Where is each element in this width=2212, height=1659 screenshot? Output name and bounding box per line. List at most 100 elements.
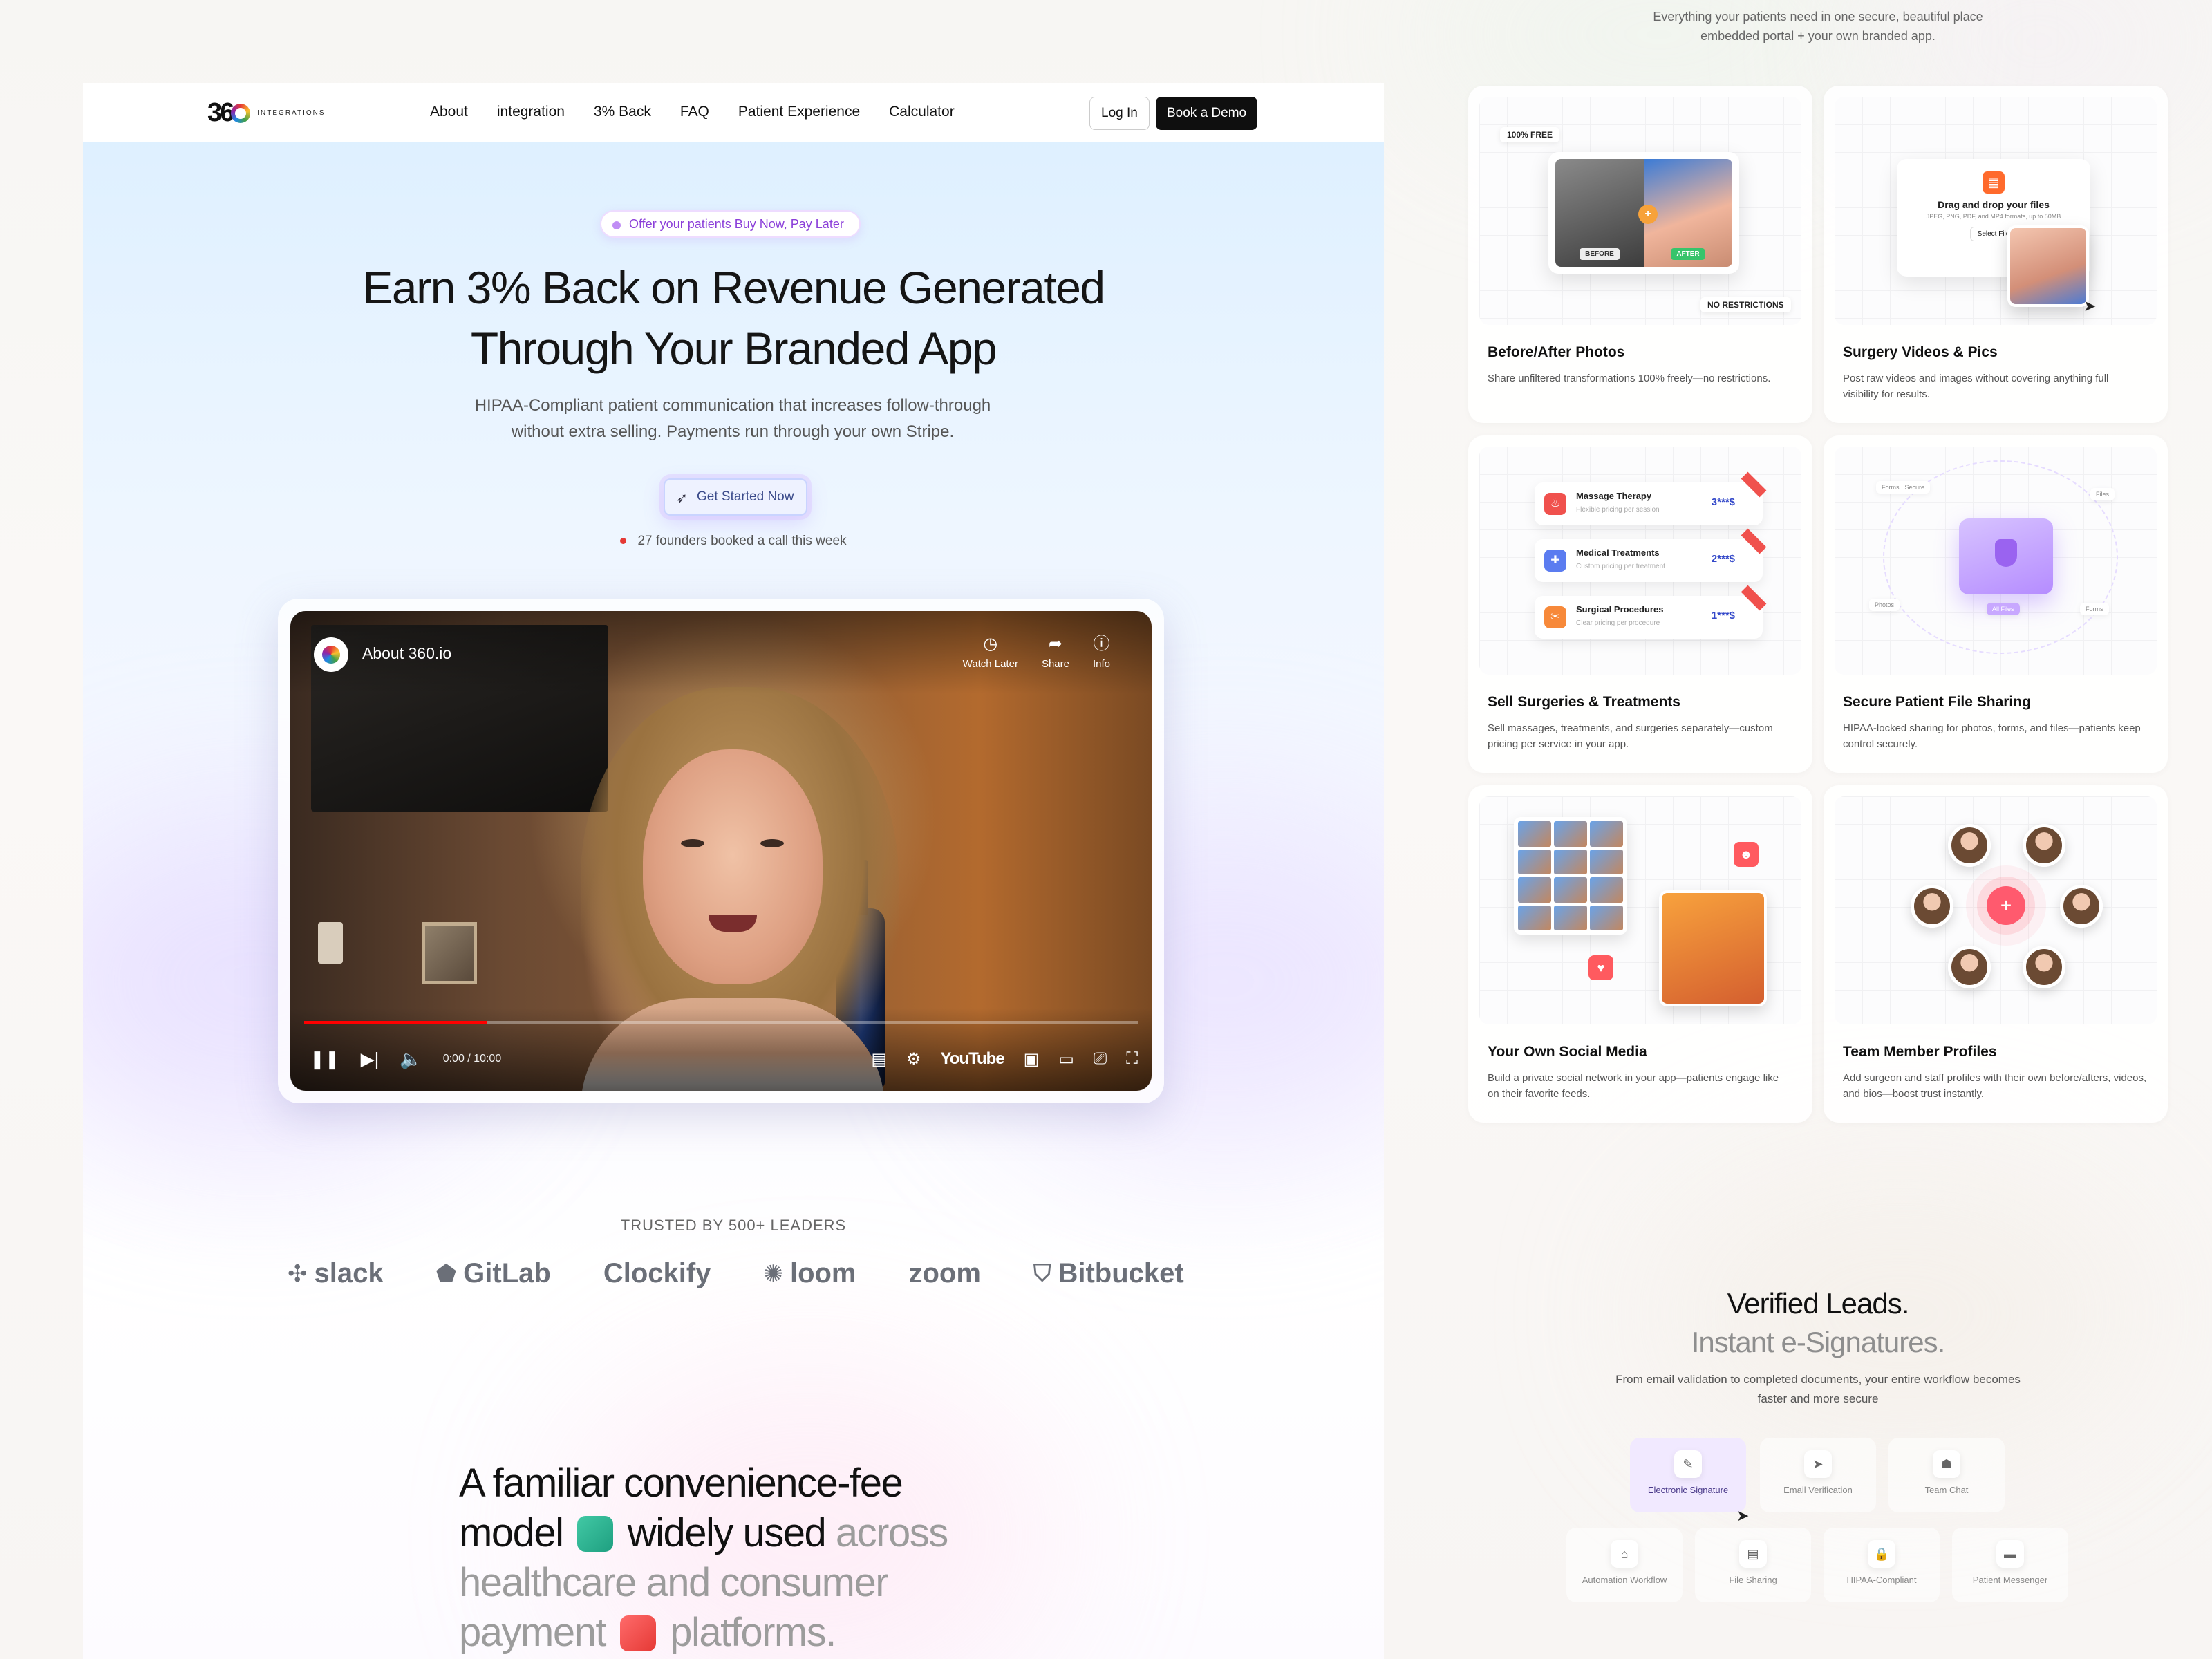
features-caption-line1: Everything your patients need in one sec… [1653, 10, 1983, 24]
video-presenter-face [643, 749, 823, 984]
slack-wordmark: slack [314, 1258, 384, 1288]
chat-icon: ☗ [1933, 1450, 1960, 1478]
bitbucket-wordmark: Bitbucket [1058, 1258, 1184, 1288]
gitlab-wordmark: GitLab [463, 1258, 551, 1288]
volume-icon[interactable]: 🔈 [400, 1049, 422, 1070]
heart-notification-icon: ♥ [1588, 955, 1613, 980]
team-avatar [1911, 885, 1953, 928]
feature-file-sharing[interactable]: ▤ File Sharing [1695, 1528, 1811, 1602]
hero-subtitle: HIPAA-Compliant patient communication th… [474, 396, 991, 441]
pill-dot-icon [612, 221, 621, 229]
service-name: Surgical Procedures [1576, 604, 1664, 615]
video-player[interactable]: About 360.io ◷ Watch Later ➦ Share ⓘ Inf… [290, 611, 1152, 1091]
hero-title-line1: Earn 3% Back on Revenue Generated [362, 262, 1105, 313]
card-title: Sell Surgeries & Treatments [1488, 694, 1680, 710]
feature-label: Electronic Signature [1647, 1485, 1729, 1495]
surgery-icon: ✂ [1544, 606, 1566, 628]
channel-avatar-icon[interactable] [314, 637, 348, 672]
convenience-text-2: model [459, 1510, 564, 1555]
clock-icon: ◷ [983, 635, 998, 653]
feature-electronic-signature[interactable]: ✎ Electronic Signature [1630, 1438, 1746, 1512]
video-progress-bar[interactable] [304, 1021, 1138, 1024]
info-icon: ⓘ [1093, 635, 1110, 653]
feature-team-chat[interactable]: ☗ Team Chat [1888, 1438, 2005, 1512]
fullscreen-icon[interactable]: ⛶ [1126, 1049, 1138, 1069]
zoom-wordmark: zoom [908, 1258, 981, 1288]
nav-link-patient-experience[interactable]: Patient Experience [738, 104, 860, 120]
settings-gear-icon[interactable]: ⚙ [906, 1049, 921, 1069]
nav-link-faq[interactable]: FAQ [680, 104, 709, 120]
leads-subtitle: From email validation to completed docum… [1615, 1373, 2021, 1405]
youtube-logo[interactable]: YouTube [941, 1049, 1005, 1069]
features-caption: Everything your patients need in one sec… [1590, 7, 2046, 46]
upload-thumbnail [2007, 225, 2089, 307]
video-time: 0:00 / 10:00 [442, 1053, 502, 1065]
share-icon: ➦ [1048, 635, 1062, 653]
nav-link-integration[interactable]: integration [497, 104, 565, 120]
team-avatar [1948, 946, 1991, 988]
next-icon[interactable]: ▶| [361, 1049, 379, 1070]
after-label: AFTER [1671, 248, 1705, 260]
card-secure-file-sharing[interactable]: Forms · Secure Files Photos Forms All Fi… [1824, 435, 2168, 773]
card-social-media[interactable]: ☻ ♥ Your Own Social Media Build a privat… [1468, 785, 1812, 1123]
service-sub: Clear pricing per procedure [1576, 619, 1660, 627]
ribbon-icon [1741, 528, 1767, 554]
loom-wordmark: loom [789, 1258, 856, 1288]
document-icon: ▤ [1983, 171, 2005, 194]
card-team-profiles[interactable]: + Team Member Profiles Add surgeon and s… [1824, 785, 2168, 1123]
brand-logo[interactable]: 36 INTEGRATIONS [207, 98, 326, 128]
feature-label: File Sharing [1729, 1575, 1777, 1585]
card-before-after[interactable]: 100% FREE BEFORE AFTER + NO RESTRICTIONS… [1468, 86, 1812, 423]
cursor-icon: ➤ [1736, 1507, 1750, 1524]
nav-link-about[interactable]: About [430, 104, 468, 120]
share-button[interactable]: ➦ Share [1042, 635, 1069, 671]
video-title[interactable]: About 360.io [362, 644, 451, 663]
photo-grid [1514, 817, 1627, 935]
card-sell-surgeries[interactable]: ♨ Massage Therapy Flexible pricing per s… [1468, 435, 1812, 773]
services-illustration: ♨ Massage Therapy Flexible pricing per s… [1479, 447, 1801, 675]
login-button[interactable]: Log In [1089, 97, 1150, 130]
feature-automation-workflow[interactable]: ⌂ Automation Workflow [1566, 1528, 1683, 1602]
nav-link-calculator[interactable]: Calculator [889, 104, 955, 120]
feature-email-verification[interactable]: ➤ Email Verification [1760, 1438, 1876, 1512]
service-price: 3***$ [1711, 496, 1735, 508]
service-sub: Flexible pricing per session [1576, 506, 1660, 514]
video-actions: ◷ Watch Later ➦ Share ⓘ Info [963, 635, 1110, 671]
watch-later-button[interactable]: ◷ Watch Later [963, 635, 1018, 671]
feature-hipaa-compliant[interactable]: 🔒 HIPAA-Compliant [1824, 1528, 1940, 1602]
massage-icon: ♨ [1544, 493, 1566, 515]
compare-plus-icon: + [1638, 205, 1658, 224]
service-item: ♨ Massage Therapy Flexible pricing per s… [1535, 471, 1767, 525]
feature-patient-messenger[interactable]: ▬ Patient Messenger [1952, 1528, 2068, 1602]
rocket-icon: ➶ [676, 491, 688, 506]
upload-title: Drag and drop your files [1938, 199, 2050, 210]
clockify-logo: Clockify [603, 1258, 711, 1289]
info-button[interactable]: ⓘ Info [1093, 635, 1110, 671]
pause-icon[interactable]: ❚❚ [310, 1049, 340, 1070]
card-title: Secure Patient File Sharing [1843, 694, 2031, 710]
theater-mode-icon[interactable]: ▭ [1058, 1049, 1074, 1069]
all-files-chip: All Files [1987, 603, 2020, 615]
pen-icon: ✎ [1674, 1450, 1702, 1478]
get-started-button[interactable]: ➶ Get Started Now [664, 478, 808, 516]
card-description: Post raw videos and images without cover… [1843, 373, 2109, 400]
zoom-logo: zoom [909, 1258, 981, 1289]
subtitles-icon[interactable]: ▤ [871, 1049, 887, 1069]
secure-label: Secure [1904, 484, 1925, 491]
social-feed-card [1659, 890, 1767, 1006]
convenience-heading: A familiar convenience-fee model widely … [459, 1459, 984, 1658]
file-icon: ▤ [1739, 1540, 1767, 1568]
card-description: Share unfiltered transformations 100% fr… [1488, 373, 1771, 384]
bnpl-pill[interactable]: Offer your patients Buy Now, Pay Later [600, 210, 861, 238]
card-surgery-videos[interactable]: ▤ Drag and drop your files JPEG, PNG, PD… [1824, 86, 2168, 423]
nav-link-3-back[interactable]: 3% Back [594, 104, 651, 120]
flow-icon: ⌂ [1611, 1540, 1638, 1568]
top-nav: 36 INTEGRATIONS About integration 3% Bac… [83, 83, 1384, 142]
video-progress-fill [304, 1021, 488, 1024]
miniplayer-icon[interactable]: ▣ [1024, 1049, 1040, 1069]
ribbon-icon [1741, 471, 1767, 498]
team-illustration: + [1835, 796, 2157, 1024]
cast-icon[interactable]: ⎚ [1094, 1049, 1107, 1069]
feature-label: Team Chat [1924, 1485, 1969, 1495]
book-demo-button[interactable]: Book a Demo [1156, 97, 1258, 130]
